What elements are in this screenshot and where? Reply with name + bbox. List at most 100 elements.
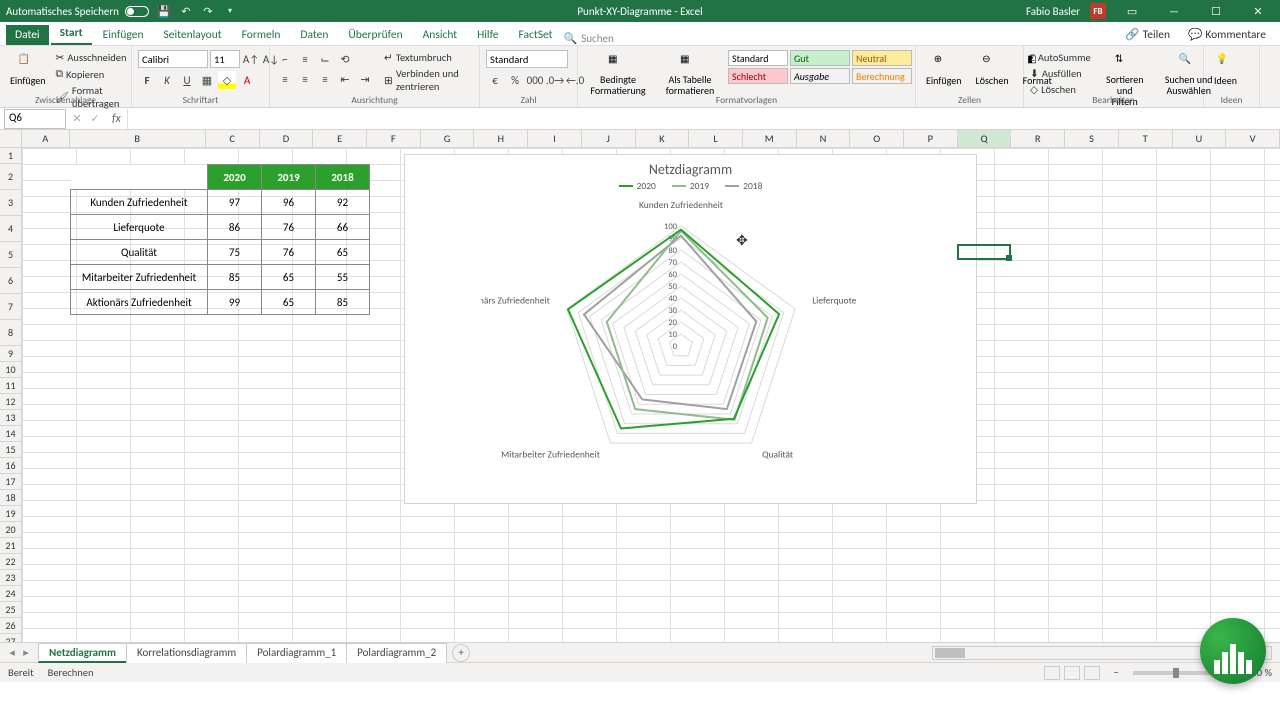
col-header-H[interactable]: H — [474, 130, 528, 147]
font-color-button[interactable]: A — [238, 71, 256, 89]
col-header-P[interactable]: P — [904, 130, 958, 147]
col-header-J[interactable]: J — [582, 130, 636, 147]
style-ausgabe[interactable]: Ausgabe — [790, 68, 850, 84]
ideas-button[interactable]: 💡Ideen — [1210, 50, 1241, 89]
add-sheet-button[interactable]: + — [452, 644, 470, 662]
share-button[interactable]: 🔗Teilen — [1117, 24, 1178, 45]
indent-inc-icon[interactable]: ⇥ — [356, 70, 374, 88]
grow-font-icon[interactable]: A↑ — [242, 50, 260, 68]
italic-button[interactable]: K — [158, 71, 176, 89]
delete-cells-button[interactable]: ⊖Löschen — [972, 50, 1013, 89]
row-header-3[interactable]: 3 — [0, 190, 22, 216]
col-header-O[interactable]: O — [850, 130, 904, 147]
close-icon[interactable]: ✕ — [1242, 1, 1274, 21]
row-header-11[interactable]: 11 — [0, 378, 22, 394]
bold-button[interactable]: F — [138, 71, 156, 89]
row-header-24[interactable]: 24 — [0, 586, 22, 602]
row-header-14[interactable]: 14 — [0, 426, 22, 442]
font-size-select[interactable]: 11 — [210, 50, 240, 68]
underline-button[interactable]: U — [178, 71, 196, 89]
tab-start[interactable]: Start — [51, 23, 92, 45]
zoom-out-icon[interactable]: − — [1114, 666, 1119, 679]
style-neutral[interactable]: Neutral — [852, 50, 912, 66]
sheet-tab-korrelationsdiagramm[interactable]: Korrelationsdiagramm — [126, 643, 247, 663]
cancel-formula-icon[interactable]: ✕ — [70, 112, 84, 125]
tab-ueberpruefen[interactable]: Überprüfen — [339, 25, 411, 45]
zoom-slider[interactable] — [1133, 671, 1213, 675]
row-header-18[interactable]: 18 — [0, 490, 22, 506]
row-header-15[interactable]: 15 — [0, 442, 22, 458]
percent-icon[interactable]: % — [506, 71, 524, 89]
align-left-icon[interactable]: ≡ — [276, 70, 294, 88]
col-header-E[interactable]: E — [313, 130, 367, 147]
style-gut[interactable]: Gut — [790, 50, 850, 66]
col-header-R[interactable]: R — [1011, 130, 1065, 147]
inc-decimal-icon[interactable]: .0→ — [546, 71, 564, 89]
tab-hilfe[interactable]: Hilfe — [468, 25, 507, 45]
tab-datei[interactable]: Datei — [6, 25, 49, 45]
autosave-toggle[interactable]: Automatisches Speichern — [6, 5, 149, 18]
chart-object[interactable]: Netzdiagramm 202020192018 01020304050607… — [404, 154, 977, 504]
col-header-U[interactable]: U — [1173, 130, 1227, 147]
row-header-4[interactable]: 4 — [0, 216, 22, 242]
col-header-L[interactable]: L — [689, 130, 743, 147]
row-header-7[interactable]: 7 — [0, 294, 22, 320]
font-name-select[interactable]: Calibri — [138, 50, 208, 68]
wrap-text-button[interactable]: ↵Textumbruch — [384, 50, 473, 65]
row-header-22[interactable]: 22 — [0, 554, 22, 570]
tab-einfuegen[interactable]: Einfügen — [94, 25, 153, 45]
row-header-26[interactable]: 26 — [0, 618, 22, 634]
row-header-1[interactable]: 1 — [0, 148, 22, 164]
row-header-25[interactable]: 25 — [0, 602, 22, 618]
view-normal-icon[interactable] — [1044, 666, 1060, 680]
style-standard[interactable]: Standard — [728, 50, 788, 66]
select-all-corner[interactable] — [0, 130, 22, 147]
col-header-D[interactable]: D — [260, 130, 314, 147]
align-middle-icon[interactable]: ≡ — [296, 50, 314, 68]
row-header-20[interactable]: 20 — [0, 522, 22, 538]
row-header-12[interactable]: 12 — [0, 394, 22, 410]
tab-daten[interactable]: Daten — [291, 25, 337, 45]
currency-icon[interactable]: € — [486, 71, 504, 89]
row-header-23[interactable]: 23 — [0, 570, 22, 586]
align-bottom-icon[interactable]: ⌙ — [316, 50, 334, 68]
align-right-icon[interactable]: ≡ — [316, 70, 334, 88]
comma-icon[interactable]: 000 — [526, 71, 544, 89]
row-header-21[interactable]: 21 — [0, 538, 22, 554]
copy-button[interactable]: ⧉Kopieren — [56, 66, 127, 82]
col-header-S[interactable]: S — [1065, 130, 1119, 147]
style-schlecht[interactable]: Schlecht — [728, 68, 788, 84]
redo-icon[interactable]: ↷ — [201, 4, 215, 18]
search-box[interactable]: 🔍 Suchen — [564, 32, 614, 45]
row-header-27[interactable]: 27 — [0, 634, 22, 642]
save-icon[interactable]: 💾 — [157, 4, 171, 18]
fill-button[interactable]: ⬇Ausfüllen — [1030, 66, 1091, 81]
grid[interactable]: ABCDEFGHIJKLMNOPQRSTUV 12345678910111213… — [0, 130, 1280, 642]
align-center-icon[interactable]: ≡ — [296, 70, 314, 88]
col-header-A[interactable]: A — [22, 130, 70, 147]
row-header-6[interactable]: 6 — [0, 268, 22, 294]
autosum-button[interactable]: ΣAutoSumme — [1030, 50, 1091, 65]
tab-seitenlayout[interactable]: Seitenlayout — [155, 25, 231, 45]
table-header-2019[interactable]: 2019 — [262, 165, 316, 190]
table-header-2018[interactable]: 2018 — [316, 165, 370, 190]
insert-cells-button[interactable]: ⊕Einfügen — [922, 50, 966, 89]
user-badge[interactable]: FB — [1090, 3, 1106, 19]
row-header-9[interactable]: 9 — [0, 346, 22, 362]
row-header-19[interactable]: 19 — [0, 506, 22, 522]
col-header-B[interactable]: B — [70, 130, 206, 147]
row-header-16[interactable]: 16 — [0, 458, 22, 474]
view-pagebreak-icon[interactable] — [1084, 666, 1100, 680]
table-header-2020[interactable]: 2020 — [208, 165, 262, 190]
view-pagelayout-icon[interactable] — [1064, 666, 1080, 680]
accept-formula-icon[interactable]: ✓ — [88, 112, 102, 125]
ribbon-options-icon[interactable]: ▭ — [1116, 1, 1148, 21]
paste-button[interactable]: 📋 Einfügen — [6, 50, 50, 89]
name-box[interactable]: Q6 — [4, 109, 66, 129]
col-header-I[interactable]: I — [528, 130, 582, 147]
cut-button[interactable]: ✂Ausschneiden — [56, 50, 127, 65]
row-header-13[interactable]: 13 — [0, 410, 22, 426]
col-header-G[interactable]: G — [421, 130, 475, 147]
col-header-Q[interactable]: Q — [958, 130, 1012, 147]
tab-formeln[interactable]: Formeln — [233, 25, 290, 45]
